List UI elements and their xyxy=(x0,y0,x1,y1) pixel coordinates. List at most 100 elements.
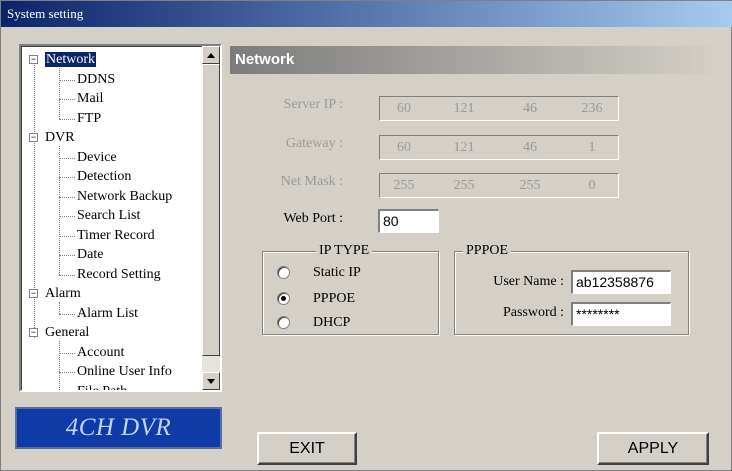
tree-item-label: Network xyxy=(45,52,96,67)
tree-item-alarm[interactable]: Alarm xyxy=(45,284,81,304)
tree-item-label: Device xyxy=(77,149,117,165)
tree-connector xyxy=(59,255,75,256)
tree-item-label: Date xyxy=(77,247,104,262)
tree-item-online-user-info[interactable]: Online User Info xyxy=(77,362,172,382)
tree-connector xyxy=(59,118,75,120)
tree-item-device[interactable]: Device xyxy=(77,148,117,168)
window-title: System setting xyxy=(1,1,732,27)
tree-item-label: Network Backup xyxy=(77,188,173,204)
netmask-octet-4: 0 xyxy=(588,178,596,193)
tree-connector xyxy=(59,99,75,100)
server-ip-octet-4: 236 xyxy=(581,101,603,116)
system-setting-window: System setting − Network DDNS Mail FTP − DVR De… xyxy=(0,0,732,471)
tree-connector xyxy=(59,196,75,198)
exit-button[interactable]: EXIT xyxy=(257,432,357,465)
tree-item-label: Detection xyxy=(77,169,132,184)
tree-item-mail[interactable]: Mail xyxy=(77,89,103,109)
radio-pppoe[interactable] xyxy=(277,292,290,305)
radio-dhcp[interactable] xyxy=(277,316,290,329)
tree-item-dvr[interactable]: DVR xyxy=(45,128,75,148)
arrow-down-icon xyxy=(207,379,215,384)
settings-tree: − Network DDNS Mail FTP − DVR Device Detection Ne… xyxy=(21,46,202,390)
password-label: Password : xyxy=(502,305,564,320)
gateway-field: 60 121 46 1 xyxy=(379,135,619,160)
web-port-label: Web Port : xyxy=(283,211,343,226)
radio-dhcp-label: DHCP xyxy=(313,315,351,330)
apply-button[interactable]: APPLY xyxy=(597,432,709,465)
tree-item-label: Record Setting xyxy=(77,266,161,282)
gateway-octet-4: 1 xyxy=(588,140,596,155)
tree-item-timer-record[interactable]: Timer Record xyxy=(77,226,155,246)
netmask-field: 255 255 255 0 xyxy=(379,173,619,198)
netmask-label: Net Mask : xyxy=(280,174,343,189)
tree-item-general[interactable]: General xyxy=(45,323,89,343)
tree-item-label: Search List xyxy=(77,208,141,223)
collapse-icon[interactable]: − xyxy=(29,133,38,142)
tree-connector xyxy=(59,352,75,354)
netmask-octet-1: 255 xyxy=(393,178,415,193)
tree-item-ddns[interactable]: DDNS xyxy=(77,70,115,90)
settings-tree-panel: − Network DDNS Mail FTP − DVR Device Detection Ne… xyxy=(19,44,222,392)
scroll-up-button[interactable] xyxy=(202,46,220,64)
gateway-octet-3: 46 xyxy=(523,140,537,155)
tree-scrollbar[interactable] xyxy=(202,46,220,390)
netmask-octet-2: 255 xyxy=(453,178,475,193)
tree-item-detection[interactable]: Detection xyxy=(77,167,131,187)
pppoe-title: PPPOE xyxy=(463,243,512,259)
tree-connector xyxy=(59,177,75,178)
collapse-icon[interactable]: − xyxy=(29,55,38,64)
tree-item-account[interactable]: Account xyxy=(77,343,124,363)
tree-item-network-backup[interactable]: Network Backup xyxy=(77,187,172,207)
server-ip-octet-2: 121 xyxy=(453,101,475,116)
tree-connector xyxy=(59,146,60,275)
gateway-octet-1: 60 xyxy=(397,140,411,155)
tree-connector xyxy=(59,302,60,314)
tree-connector xyxy=(59,68,60,119)
tree-connector xyxy=(59,235,75,237)
tree-item-label: General xyxy=(45,325,90,340)
scroll-down-button[interactable] xyxy=(202,372,220,390)
tree-item-label: FTP xyxy=(77,110,102,126)
tree-connector xyxy=(59,313,75,315)
radio-pppoe-label: PPPOE xyxy=(313,291,356,306)
collapse-icon[interactable]: − xyxy=(29,328,38,337)
tree-connector xyxy=(59,216,75,217)
gateway-octet-2: 121 xyxy=(453,140,475,155)
tree-item-record-setting[interactable]: Record Setting xyxy=(77,265,161,285)
tree-item-label: Timer Record xyxy=(77,227,155,243)
tree-connector xyxy=(59,372,75,373)
tree-item-search-list[interactable]: Search List xyxy=(77,206,140,226)
username-label: User Name : xyxy=(493,274,564,289)
tree-item-network[interactable]: Network xyxy=(45,50,96,70)
password-input[interactable]: ******** xyxy=(571,302,671,326)
gateway-label: Gateway : xyxy=(285,136,343,151)
tree-item-label: Alarm List xyxy=(77,305,139,321)
username-input[interactable]: ab12358876 xyxy=(571,270,671,294)
tree-item-label: DVR xyxy=(45,130,75,145)
tree-item-label: Account xyxy=(77,344,125,360)
tree-item-alarm-list[interactable]: Alarm List xyxy=(77,304,138,324)
tree-connector xyxy=(59,341,60,390)
tree-connector xyxy=(59,79,75,81)
tree-item-date[interactable]: Date xyxy=(77,245,103,265)
tree-item-file-path[interactable]: File Path xyxy=(77,382,127,391)
ip-type-title: IP TYPE xyxy=(316,243,373,259)
web-port-input[interactable]: 80 xyxy=(378,209,439,233)
collapse-icon[interactable]: − xyxy=(29,289,38,298)
radio-static-ip[interactable] xyxy=(277,266,290,279)
section-title: Network xyxy=(230,46,721,74)
tree-item-ftp[interactable]: FTP xyxy=(77,109,101,129)
netmask-octet-3: 255 xyxy=(519,178,541,193)
tree-item-label: Online User Info xyxy=(77,364,172,379)
radio-static-ip-label: Static IP xyxy=(313,265,361,280)
server-ip-label: Server IP : xyxy=(283,97,343,112)
scroll-thumb[interactable] xyxy=(202,64,220,356)
tree-connector xyxy=(59,157,75,159)
server-ip-octet-3: 46 xyxy=(523,101,537,116)
tree-item-label: Alarm xyxy=(45,286,81,301)
tree-item-label: File Path xyxy=(77,384,127,391)
tree-item-label: DDNS xyxy=(77,71,116,87)
arrow-up-icon xyxy=(207,53,215,58)
tree-connector xyxy=(59,274,75,276)
tree-item-label: Mail xyxy=(77,91,104,106)
